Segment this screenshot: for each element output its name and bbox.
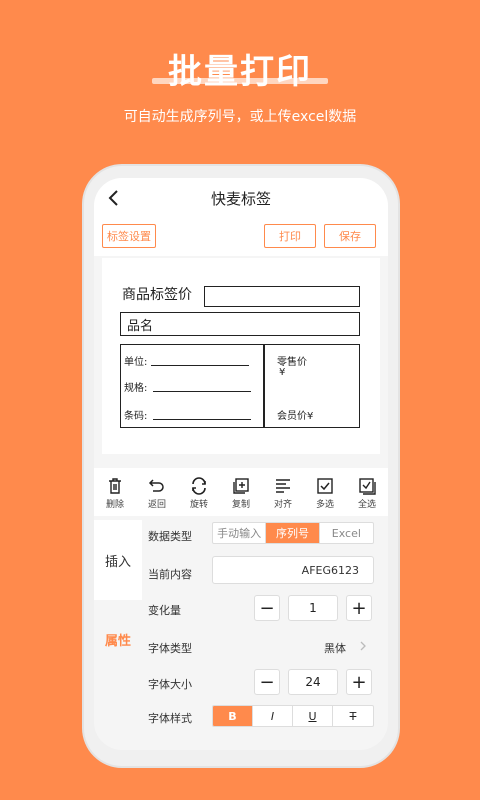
font-type-label: 字体类型 (148, 642, 192, 655)
app-screen: 快麦标签 标签设置 打印 保存 商品标签价 品名 单位: 规格: 条码: 零售价 (94, 178, 388, 750)
retail-price-text: 零售价 (277, 357, 307, 368)
print-button[interactable]: 打印 (264, 224, 316, 248)
chevron-right-icon (360, 641, 366, 651)
data-type-excel-option[interactable]: Excel (320, 523, 373, 543)
spec-line (153, 391, 251, 392)
step-label: 变化量 (148, 604, 181, 617)
undo-icon (148, 479, 164, 492)
hero-title: 批量打印 (168, 52, 312, 92)
data-type-serial-option[interactable]: 序列号 (266, 523, 320, 543)
phone-frame: 快麦标签 标签设置 打印 保存 商品标签价 品名 单位: 规格: 条码: 零售价 (84, 166, 398, 766)
undo-tool[interactable]: 返回 (136, 468, 178, 516)
barcode-text: 条码: (124, 411, 148, 422)
bold-option[interactable]: B (213, 706, 253, 726)
strikethrough-option[interactable]: T (333, 706, 373, 726)
price-label-box[interactable] (204, 286, 360, 307)
align-icon (276, 479, 290, 493)
insert-tab[interactable]: 插入 (94, 520, 142, 600)
member-price-text: 会员价¥ (277, 411, 314, 422)
step-plus-button[interactable]: + (346, 595, 372, 621)
underline-option[interactable]: U (293, 706, 333, 726)
data-type-label: 数据类型 (148, 530, 192, 543)
retail-currency-text: ¥ (279, 367, 286, 378)
align-tool[interactable]: 对齐 (262, 468, 304, 516)
undo-tool-label: 返回 (147, 500, 166, 510)
side-panel: 插入 属性 (94, 520, 142, 750)
trash-icon (109, 478, 121, 494)
copy-tool[interactable]: 复制 (220, 468, 262, 516)
spec-text: 规格: (124, 383, 148, 394)
rotate-icon (192, 477, 206, 495)
label-canvas[interactable]: 商品标签价 品名 单位: 规格: 条码: 零售价 ¥ 会员价¥ (102, 258, 380, 454)
top-toolbar: 标签设置 打印 保存 (94, 218, 388, 256)
unit-line (151, 365, 249, 366)
unit-text: 单位: (124, 357, 148, 368)
select-all-tool-label: 全选 (357, 500, 376, 510)
hero-underline (152, 78, 328, 84)
back-arrow-icon[interactable] (104, 188, 124, 208)
delete-tool[interactable]: 删除 (94, 468, 136, 516)
step-minus-button[interactable]: − (254, 595, 280, 621)
page-title: 快麦标签 (210, 189, 271, 208)
data-type-selector: 手动输入 序列号 Excel (212, 522, 374, 544)
hero-subtitle: 可自动生成序列号，或上传excel数据 (123, 109, 357, 125)
multi-select-tool[interactable]: 多选 (304, 468, 346, 516)
save-button[interactable]: 保存 (324, 224, 376, 248)
current-content-input[interactable]: AFEG6123 (212, 556, 374, 584)
data-type-manual-option[interactable]: 手动输入 (213, 523, 267, 543)
select-all-icon (359, 478, 376, 495)
copy-icon (233, 478, 249, 494)
product-name-box[interactable]: 品名 (120, 312, 360, 336)
font-size-minus-button[interactable]: − (254, 669, 280, 695)
multi-select-tool-label: 多选 (315, 500, 334, 510)
delete-tool-label: 删除 (105, 500, 124, 510)
label-settings-button[interactable]: 标签设置 (102, 224, 156, 248)
checkbox-icon (317, 478, 333, 494)
font-size-plus-button[interactable]: + (346, 669, 372, 695)
nav-bar: 快麦标签 (94, 178, 388, 218)
price-label-text[interactable]: 商品标签价 (122, 284, 192, 304)
price-box[interactable]: 零售价 ¥ 会员价¥ (264, 344, 360, 428)
font-type-value[interactable]: 黑体 (324, 640, 346, 656)
rotate-tool[interactable]: 旋转 (178, 468, 220, 516)
copy-tool-label: 复制 (231, 500, 250, 510)
product-name-text: 品名 (127, 319, 154, 334)
info-box[interactable]: 单位: 规格: 条码: (120, 344, 264, 428)
edit-toolbar: 删除 返回 旋转 复制 对齐 多选 全选 (94, 468, 388, 516)
font-size-label: 字体大小 (148, 678, 192, 691)
select-all-tool[interactable]: 全选 (346, 468, 388, 516)
align-tool-label: 对齐 (273, 500, 292, 510)
step-value[interactable]: 1 (288, 595, 338, 621)
font-style-label: 字体样式 (148, 712, 192, 725)
font-style-selector: B I U T (212, 705, 374, 727)
attributes-tab[interactable]: 属性 (94, 630, 142, 649)
rotate-tool-label: 旋转 (189, 500, 208, 510)
barcode-line (153, 419, 251, 420)
font-size-value[interactable]: 24 (288, 669, 338, 695)
current-content-label: 当前内容 (148, 568, 192, 581)
italic-option[interactable]: I (253, 706, 293, 726)
